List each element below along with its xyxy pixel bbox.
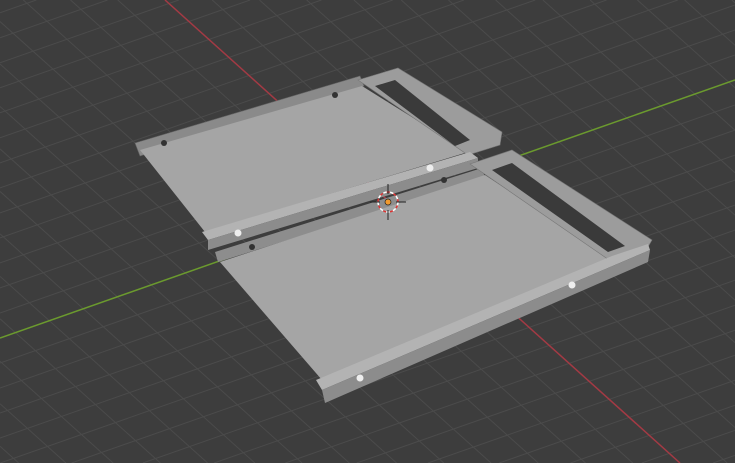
3d-viewport[interactable]: [0, 0, 735, 463]
grid-line: [499, 379, 735, 463]
grid-line: [0, 360, 114, 463]
hole: [161, 140, 167, 146]
hole: [249, 244, 255, 250]
hole: [568, 281, 576, 289]
grid-line: [712, 454, 735, 463]
grid-line: [0, 445, 20, 463]
grid-line: [542, 0, 735, 174]
grid-line: [0, 275, 208, 463]
grid-line: [589, 0, 735, 131]
grid-line: [0, 0, 322, 114]
grid-line: [570, 404, 735, 463]
hole: [234, 229, 242, 237]
hole: [426, 164, 434, 172]
viewport-canvas[interactable]: [0, 0, 735, 463]
hole: [441, 177, 447, 183]
hole: [332, 92, 338, 98]
hole: [356, 374, 364, 382]
grid-line: [0, 403, 67, 463]
grid-line: [641, 429, 735, 463]
grid-line: [637, 0, 735, 89]
